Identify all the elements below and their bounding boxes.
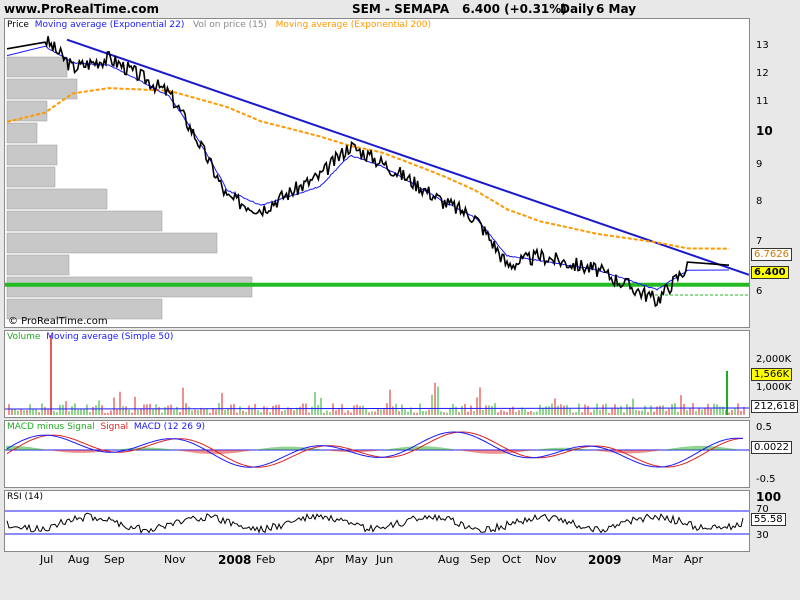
- x-tick: Apr: [684, 553, 704, 566]
- volume-last-label: 1,566K: [751, 368, 793, 381]
- price-y-axis: 13 12 11 10 9 8 7 6: [750, 18, 800, 326]
- legend-macd-hist: MACD minus Signal: [7, 422, 95, 432]
- volume-profile-bar: [6, 254, 70, 276]
- y-tick: 6: [756, 286, 763, 297]
- x-tick: May: [345, 553, 368, 566]
- volume-ma-label: 212,618: [751, 400, 799, 413]
- x-tick: Sep: [470, 553, 491, 566]
- price-panel: Price Moving average (Exponential 22) Vo…: [4, 18, 750, 328]
- x-tick: Mar: [652, 553, 673, 566]
- instrument-name: SEM - SEMAPA: [352, 2, 450, 16]
- date-label: 6 May: [596, 2, 637, 16]
- price-legend: Price Moving average (Exponential 22) Vo…: [7, 20, 431, 30]
- volume-profile-bar: [6, 56, 68, 78]
- volume-profile-bar: [6, 166, 56, 188]
- legend-rsi: RSI (14): [7, 492, 43, 502]
- rsi-panel: RSI (14): [4, 490, 750, 552]
- ema200-label: 6.7626: [751, 248, 792, 261]
- legend-volume-ma: Moving average (Simple 50): [46, 332, 174, 342]
- x-tick: Oct: [502, 553, 522, 566]
- x-tick: Sep: [104, 553, 125, 566]
- series-ema22-line: [6, 45, 730, 291]
- legend-ema22: Moving average (Exponential 22): [34, 20, 185, 30]
- y-tick: -0.5: [756, 474, 776, 485]
- y-tick: 11: [756, 96, 769, 107]
- y-tick: 10: [756, 124, 773, 138]
- legend-price: Price: [7, 20, 29, 30]
- rsi-last-label: 55.58: [751, 513, 786, 526]
- volume-profile-bar: [6, 188, 108, 210]
- x-tick: 2008: [218, 553, 252, 567]
- rsi-line: [6, 512, 744, 534]
- x-tick: Apr: [315, 553, 335, 566]
- y-tick: 100: [756, 490, 782, 504]
- volume-profile-bar: [6, 276, 253, 298]
- volume-chart-svg: [5, 335, 749, 415]
- legend-volume: Volume: [7, 332, 41, 342]
- volume-profile-bar: [6, 144, 58, 166]
- legend-signal: Signal: [100, 422, 129, 432]
- watermark: © ProRealTime.com: [8, 316, 108, 327]
- y-tick: 1,000K: [756, 382, 792, 393]
- period-label: Daily: [560, 2, 595, 16]
- price-label: 6.400: [751, 266, 789, 279]
- y-tick: 9: [756, 159, 763, 170]
- volume-profile-bar: [6, 122, 38, 144]
- macd-legend: MACD minus Signal Signal MACD (12 26 9): [7, 422, 205, 432]
- x-tick: 2009: [588, 553, 622, 567]
- y-tick: 7: [756, 236, 763, 247]
- price-chart-svg: [5, 36, 749, 320]
- volume-panel: Volume Moving average (Simple 50): [4, 330, 750, 418]
- x-tick: Jul: [40, 553, 54, 566]
- legend-ema200: Moving average (Exponential 200): [275, 20, 432, 30]
- volume-profile-bar: [6, 210, 163, 232]
- volume-profile-bar: [6, 78, 78, 100]
- quote-value: 6.400 (+0.31%): [462, 2, 567, 16]
- series-price-line: [6, 36, 730, 308]
- x-tick: Aug: [438, 553, 460, 566]
- x-tick: Feb: [256, 553, 276, 566]
- legend-vol-on-price: Vol on price (15): [192, 20, 268, 30]
- x-axis: Jul Aug Sep Nov 2008 Feb Apr May Jun Aug…: [0, 553, 800, 571]
- volume-legend: Volume Moving average (Simple 50): [7, 332, 173, 342]
- chart-header: www.ProRealTime.com SEM - SEMAPA 6.400 (…: [0, 0, 800, 18]
- y-tick: 8: [756, 196, 763, 207]
- volume-profile-bar: [6, 232, 218, 254]
- rsi-chart-svg: [5, 510, 749, 535]
- x-tick: Nov: [164, 553, 186, 566]
- y-tick: 2,000K: [756, 354, 792, 365]
- y-tick: 13: [756, 40, 769, 51]
- y-tick: 12: [756, 68, 769, 79]
- rsi-legend: RSI (14): [7, 492, 43, 502]
- y-tick: 30: [756, 530, 769, 541]
- volume-ma-line: [5, 407, 749, 410]
- x-tick: Nov: [535, 553, 557, 566]
- x-tick: Aug: [68, 553, 90, 566]
- y-tick: 0.5: [756, 422, 772, 433]
- legend-macd: MACD (12 26 9): [133, 422, 206, 432]
- macd-last-label: 0.0022: [751, 441, 792, 454]
- site-name: www.ProRealTime.com: [4, 2, 159, 16]
- macd-panel: MACD minus Signal Signal MACD (12 26 9): [4, 420, 750, 488]
- x-tick: Jun: [376, 553, 394, 566]
